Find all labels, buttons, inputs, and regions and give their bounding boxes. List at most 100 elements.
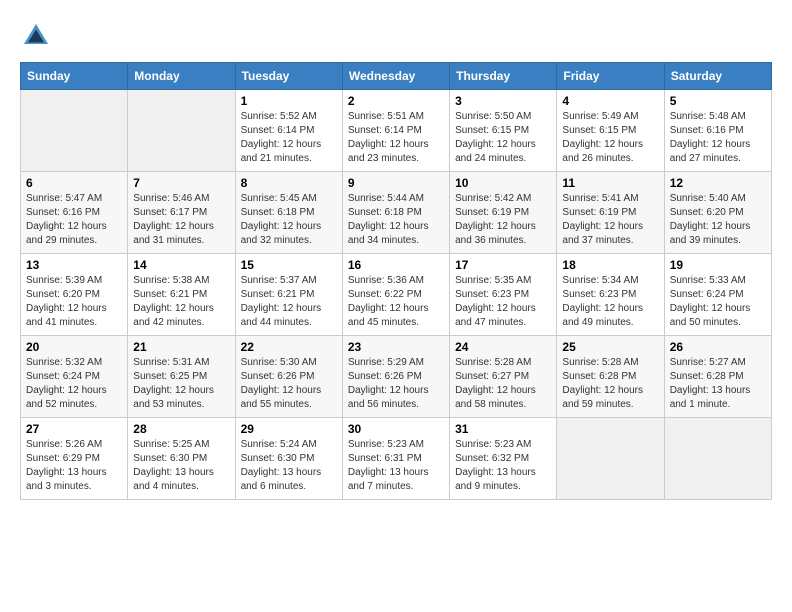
day-info: Sunrise: 5:35 AM Sunset: 6:23 PM Dayligh… bbox=[455, 274, 551, 330]
calendar-cell: 10Sunrise: 5:42 AM Sunset: 6:19 PM Dayli… bbox=[450, 172, 557, 254]
day-info: Sunrise: 5:48 AM Sunset: 6:16 PM Dayligh… bbox=[670, 110, 766, 166]
calendar-cell: 15 Sunrise: 5:37 AM Sunset: 6:21 PM Dayli… bbox=[235, 254, 342, 336]
day-info: Sunrise: 5:40 AM Sunset: 6:20 PM Dayligh… bbox=[670, 192, 766, 248]
day-number: 9 bbox=[348, 176, 444, 190]
day-info: Sunrise: 5:36 AM Sunset: 6:22 PM Dayligh… bbox=[348, 274, 444, 330]
day-number: 13 bbox=[26, 258, 122, 272]
day-info: Sunrise: 5:51 AM Sunset: 6:14 PM Dayligh… bbox=[348, 110, 444, 166]
calendar-cell: 7 Sunrise: 5:46 AM Sunset: 6:17 PM Daylig… bbox=[128, 172, 235, 254]
calendar-cell: 4 Sunrise: 5:49 AM Sunset: 6:15 PM Daylig… bbox=[557, 90, 664, 172]
col-header-saturday: Saturday bbox=[664, 63, 771, 90]
day-number: 31 bbox=[455, 422, 551, 436]
logo-icon bbox=[20, 20, 52, 52]
calendar-cell: 25 Sunrise: 5:28 AM Sunset: 6:28 PM Dayli… bbox=[557, 336, 664, 418]
day-number: 28 bbox=[133, 422, 229, 436]
day-info: Sunrise: 5:26 AM Sunset: 6:29 PM Dayligh… bbox=[26, 438, 122, 494]
day-info: Sunrise: 5:34 AM Sunset: 6:23 PM Dayligh… bbox=[562, 274, 658, 330]
day-info: Sunrise: 5:42 AM Sunset: 6:19 PM Dayligh… bbox=[455, 192, 551, 248]
day-info: Sunrise: 5:25 AM Sunset: 6:30 PM Dayligh… bbox=[133, 438, 229, 494]
calendar-cell: 12 Sunrise: 5:40 AM Sunset: 6:20 PM Dayli… bbox=[664, 172, 771, 254]
calendar-table: SundayMondayTuesdayWednesdayThursdayFrid… bbox=[20, 62, 772, 500]
calendar-cell: 13 Sunrise: 5:39 AM Sunset: 6:20 PM Dayli… bbox=[21, 254, 128, 336]
day-info: Sunrise: 5:49 AM Sunset: 6:15 PM Dayligh… bbox=[562, 110, 658, 166]
calendar-week-3: 13 Sunrise: 5:39 AM Sunset: 6:20 PM Dayli… bbox=[21, 254, 772, 336]
day-info: Sunrise: 5:28 AM Sunset: 6:28 PM Dayligh… bbox=[562, 356, 658, 412]
calendar-cell: 23 Sunrise: 5:29 AM Sunset: 6:26 PM Dayli… bbox=[342, 336, 449, 418]
calendar-cell: 30Sunrise: 5:23 AM Sunset: 6:31 PM Dayli… bbox=[342, 418, 449, 500]
day-info: Sunrise: 5:38 AM Sunset: 6:21 PM Dayligh… bbox=[133, 274, 229, 330]
calendar-cell: 14 Sunrise: 5:38 AM Sunset: 6:21 PM Dayli… bbox=[128, 254, 235, 336]
calendar-cell bbox=[557, 418, 664, 500]
calendar-cell: 8 Sunrise: 5:45 AM Sunset: 6:18 PM Daylig… bbox=[235, 172, 342, 254]
calendar-cell: 2 Sunrise: 5:51 AM Sunset: 6:14 PM Daylig… bbox=[342, 90, 449, 172]
day-info: Sunrise: 5:27 AM Sunset: 6:28 PM Dayligh… bbox=[670, 356, 766, 412]
calendar-cell: 28 Sunrise: 5:25 AM Sunset: 6:30 PM Dayli… bbox=[128, 418, 235, 500]
col-header-monday: Monday bbox=[128, 63, 235, 90]
day-number: 23 bbox=[348, 340, 444, 354]
col-header-tuesday: Tuesday bbox=[235, 63, 342, 90]
day-info: Sunrise: 5:29 AM Sunset: 6:26 PM Dayligh… bbox=[348, 356, 444, 412]
day-info: Sunrise: 5:28 AM Sunset: 6:27 PM Dayligh… bbox=[455, 356, 551, 412]
day-info: Sunrise: 5:24 AM Sunset: 6:30 PM Dayligh… bbox=[241, 438, 337, 494]
day-number: 12 bbox=[670, 176, 766, 190]
day-info: Sunrise: 5:32 AM Sunset: 6:24 PM Dayligh… bbox=[26, 356, 122, 412]
day-number: 17 bbox=[455, 258, 551, 272]
calendar-cell: 27 Sunrise: 5:26 AM Sunset: 6:29 PM Dayli… bbox=[21, 418, 128, 500]
day-info: Sunrise: 5:50 AM Sunset: 6:15 PM Dayligh… bbox=[455, 110, 551, 166]
day-number: 21 bbox=[133, 340, 229, 354]
day-info: Sunrise: 5:39 AM Sunset: 6:20 PM Dayligh… bbox=[26, 274, 122, 330]
day-number: 2 bbox=[348, 94, 444, 108]
day-info: Sunrise: 5:45 AM Sunset: 6:18 PM Dayligh… bbox=[241, 192, 337, 248]
calendar-cell: 17 Sunrise: 5:35 AM Sunset: 6:23 PM Dayli… bbox=[450, 254, 557, 336]
day-info: Sunrise: 5:31 AM Sunset: 6:25 PM Dayligh… bbox=[133, 356, 229, 412]
day-number: 16 bbox=[348, 258, 444, 272]
day-info: Sunrise: 5:41 AM Sunset: 6:19 PM Dayligh… bbox=[562, 192, 658, 248]
day-info: Sunrise: 5:33 AM Sunset: 6:24 PM Dayligh… bbox=[670, 274, 766, 330]
calendar-cell: 6Sunrise: 5:47 AM Sunset: 6:16 PM Daylig… bbox=[21, 172, 128, 254]
calendar-cell: 1Sunrise: 5:52 AM Sunset: 6:14 PM Daylig… bbox=[235, 90, 342, 172]
calendar-cell: 29 Sunrise: 5:24 AM Sunset: 6:30 PM Dayli… bbox=[235, 418, 342, 500]
calendar-week-2: 6Sunrise: 5:47 AM Sunset: 6:16 PM Daylig… bbox=[21, 172, 772, 254]
calendar-week-1: 1Sunrise: 5:52 AM Sunset: 6:14 PM Daylig… bbox=[21, 90, 772, 172]
day-number: 7 bbox=[133, 176, 229, 190]
calendar-cell bbox=[21, 90, 128, 172]
day-number: 5 bbox=[670, 94, 766, 108]
day-info: Sunrise: 5:30 AM Sunset: 6:26 PM Dayligh… bbox=[241, 356, 337, 412]
day-number: 11 bbox=[562, 176, 658, 190]
calendar-cell bbox=[128, 90, 235, 172]
day-number: 18 bbox=[562, 258, 658, 272]
day-info: Sunrise: 5:46 AM Sunset: 6:17 PM Dayligh… bbox=[133, 192, 229, 248]
calendar-cell: 11 Sunrise: 5:41 AM Sunset: 6:19 PM Dayli… bbox=[557, 172, 664, 254]
calendar-cell: 5 Sunrise: 5:48 AM Sunset: 6:16 PM Daylig… bbox=[664, 90, 771, 172]
calendar-cell: 22Sunrise: 5:30 AM Sunset: 6:26 PM Dayli… bbox=[235, 336, 342, 418]
calendar-week-5: 27 Sunrise: 5:26 AM Sunset: 6:29 PM Dayli… bbox=[21, 418, 772, 500]
day-number: 3 bbox=[455, 94, 551, 108]
col-header-wednesday: Wednesday bbox=[342, 63, 449, 90]
day-number: 14 bbox=[133, 258, 229, 272]
day-number: 8 bbox=[241, 176, 337, 190]
calendar-cell: 20 Sunrise: 5:32 AM Sunset: 6:24 PM Dayli… bbox=[21, 336, 128, 418]
calendar-cell: 19Sunrise: 5:33 AM Sunset: 6:24 PM Dayli… bbox=[664, 254, 771, 336]
day-info: Sunrise: 5:37 AM Sunset: 6:21 PM Dayligh… bbox=[241, 274, 337, 330]
col-header-sunday: Sunday bbox=[21, 63, 128, 90]
page-header bbox=[20, 20, 772, 52]
day-number: 29 bbox=[241, 422, 337, 436]
calendar-week-4: 20 Sunrise: 5:32 AM Sunset: 6:24 PM Dayli… bbox=[21, 336, 772, 418]
day-number: 6 bbox=[26, 176, 122, 190]
day-number: 4 bbox=[562, 94, 658, 108]
day-number: 24 bbox=[455, 340, 551, 354]
day-number: 27 bbox=[26, 422, 122, 436]
day-number: 15 bbox=[241, 258, 337, 272]
day-number: 25 bbox=[562, 340, 658, 354]
col-header-friday: Friday bbox=[557, 63, 664, 90]
calendar-cell: 21 Sunrise: 5:31 AM Sunset: 6:25 PM Dayli… bbox=[128, 336, 235, 418]
calendar-cell: 24 Sunrise: 5:28 AM Sunset: 6:27 PM Dayli… bbox=[450, 336, 557, 418]
calendar-cell: 31 Sunrise: 5:23 AM Sunset: 6:32 PM Dayli… bbox=[450, 418, 557, 500]
day-number: 20 bbox=[26, 340, 122, 354]
calendar-cell bbox=[664, 418, 771, 500]
day-info: Sunrise: 5:23 AM Sunset: 6:32 PM Dayligh… bbox=[455, 438, 551, 494]
calendar-cell: 9 Sunrise: 5:44 AM Sunset: 6:18 PM Daylig… bbox=[342, 172, 449, 254]
day-info: Sunrise: 5:44 AM Sunset: 6:18 PM Dayligh… bbox=[348, 192, 444, 248]
col-header-thursday: Thursday bbox=[450, 63, 557, 90]
calendar-cell: 3 Sunrise: 5:50 AM Sunset: 6:15 PM Daylig… bbox=[450, 90, 557, 172]
